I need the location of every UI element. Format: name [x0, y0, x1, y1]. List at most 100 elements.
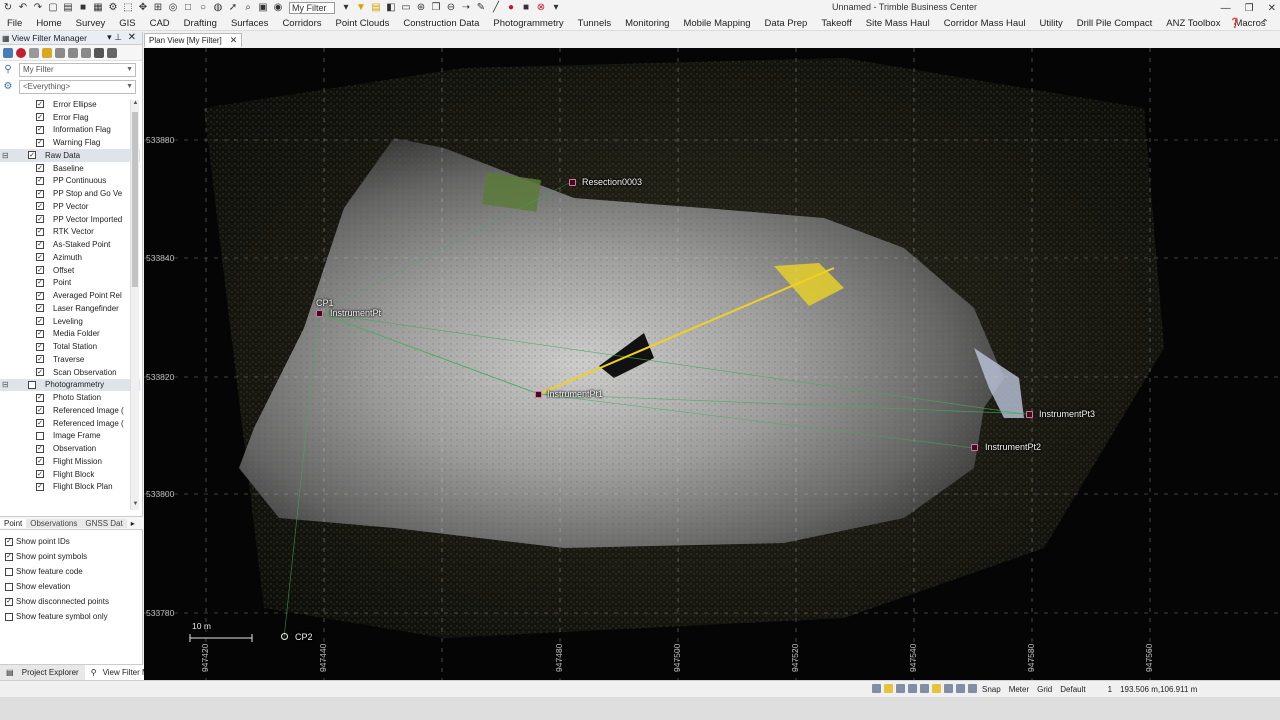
image-icon[interactable]: ▣ [257, 2, 269, 14]
tree-checkbox[interactable]: ✓ [36, 240, 44, 249]
brush-icon[interactable]: ✎ [475, 2, 487, 14]
menu-tunnels[interactable]: Tunnels [571, 18, 618, 29]
tree-item[interactable]: ✓ Flight Block [0, 468, 140, 481]
tree-checkbox[interactable]: ✓ [36, 227, 44, 236]
tree-checkbox[interactable]: ✓ [36, 304, 44, 313]
plan-view-tab[interactable]: Plan View [My Filter] ✕ [144, 33, 243, 47]
tree-checkbox[interactable]: ✓ [36, 253, 44, 262]
menu-point-clouds[interactable]: Point Clouds [329, 18, 397, 29]
option-checkbox[interactable] [5, 567, 13, 576]
tree-checkbox[interactable]: ✓ [36, 342, 44, 351]
tree-group[interactable]: ⊟ ✓ Raw Data [0, 149, 140, 162]
status-select-icon[interactable] [884, 684, 893, 693]
option-row[interactable]: ✓ Show point symbols [0, 549, 140, 564]
menu-gis[interactable]: GIS [112, 18, 142, 29]
filter-scope-select[interactable]: <Everything> ▼ [19, 79, 136, 94]
panel-close-icon[interactable]: ✕ [128, 32, 136, 43]
tree-item[interactable]: ✓ Media Folder [0, 328, 140, 341]
tree-item[interactable]: ✓ Scan Observation [0, 366, 140, 379]
tree-item[interactable]: ✓ Error Ellipse [0, 98, 140, 111]
tree-checkbox[interactable]: ✓ [36, 215, 44, 224]
tree-checkbox[interactable]: ✓ [36, 189, 44, 198]
save-icon[interactable]: ■ [77, 2, 89, 14]
tree-item[interactable]: ✓ Information Flag [0, 124, 140, 137]
tree-checkbox[interactable]: ✓ [36, 368, 44, 377]
tree-item[interactable]: ✓ Error Flag [0, 111, 140, 124]
tree-item[interactable]: ✓ Observation [0, 442, 140, 455]
delete-filter-icon[interactable] [16, 47, 26, 58]
layer-gray-icon[interactable] [55, 47, 65, 58]
globe-icon[interactable]: ◍ [212, 2, 224, 14]
point-label[interactable]: InstrumentPt1 [547, 389, 603, 399]
menu-survey[interactable]: Survey [69, 18, 113, 29]
menu-photogrammetry[interactable]: Photogrammetry [486, 18, 570, 29]
tree-checkbox[interactable]: ✓ [36, 419, 44, 428]
status-view-icon[interactable] [920, 684, 929, 693]
tree-checkbox[interactable]: ✓ [28, 151, 36, 160]
status-layer-icon[interactable] [908, 684, 917, 693]
tree-item[interactable]: ✓ Offset [0, 264, 140, 277]
settings-icon[interactable]: ⚙ [107, 2, 119, 14]
tree-item[interactable]: ✓ Point [0, 277, 140, 290]
tree-checkbox[interactable]: ✓ [36, 266, 44, 275]
tree-checkbox[interactable]: ✓ [36, 278, 44, 287]
open-icon[interactable]: ▤ [62, 2, 74, 14]
option-row[interactable]: ✓ Show point IDs [0, 534, 140, 549]
line-icon[interactable]: ╱ [490, 2, 502, 14]
tree-item[interactable]: ✓ Laser Rangefinder [0, 302, 140, 315]
copy-icon[interactable]: ❐ [430, 2, 442, 14]
tree-checkbox[interactable]: ✓ [36, 100, 44, 109]
window-select-icon[interactable]: □ [182, 2, 194, 14]
status-snap-icon[interactable] [944, 684, 953, 693]
tree-checkbox[interactable]: ✓ [36, 470, 44, 479]
filter-export-icon[interactable] [107, 47, 117, 58]
tree-item[interactable]: ✓ Traverse [0, 353, 140, 366]
option-checkbox[interactable]: ✓ [5, 537, 13, 546]
help-icon[interactable]: ❓ [1222, 18, 1248, 29]
point-marker[interactable] [1026, 411, 1033, 418]
dropdown-arrow-icon[interactable]: ▾ [340, 2, 352, 14]
tree-checkbox[interactable]: ✓ [36, 138, 44, 147]
tree-item[interactable]: ✓ Referenced Image ( [0, 417, 140, 430]
tab-point[interactable]: Point [0, 518, 27, 528]
option-checkbox[interactable] [5, 582, 13, 591]
status-highlight-icon[interactable] [932, 684, 941, 693]
collapse-icon[interactable]: ⊟ [2, 380, 12, 389]
tab-close-icon[interactable]: ✕ [230, 34, 238, 47]
scroll-thumb[interactable] [132, 112, 138, 287]
layer-indicator[interactable]: Default [1060, 685, 1085, 694]
filter-settings-icon[interactable] [94, 47, 104, 58]
tree-item[interactable]: ✓ As-Staked Point [0, 238, 140, 251]
minimize-icon[interactable]: — [1221, 3, 1231, 14]
filter-icon[interactable]: ▼ [355, 2, 367, 14]
tree-item[interactable]: ✓ PP Vector [0, 200, 140, 213]
refresh-icon[interactable]: ↻ [2, 2, 14, 14]
folder-icon[interactable]: ▤ [370, 2, 382, 14]
tab-project-explorer[interactable]: ▤ Project Explorer [0, 665, 85, 681]
tab-scroll-right-icon[interactable]: ▸ [127, 519, 139, 528]
tree-item[interactable]: ✓ Referenced Image ( [0, 404, 140, 417]
tree-checkbox[interactable]: ✓ [36, 406, 44, 415]
close-red-icon[interactable]: ⊗ [535, 2, 547, 14]
orbit-icon[interactable]: ◎ [167, 2, 179, 14]
menu-site-mass-haul[interactable]: Site Mass Haul [859, 18, 937, 29]
tree-checkbox[interactable]: ✓ [36, 393, 44, 402]
menu-monitoring[interactable]: Monitoring [618, 18, 676, 29]
redo-icon[interactable]: ↷ [32, 2, 44, 14]
measure-icon[interactable]: ⊖ [445, 2, 457, 14]
tree-item[interactable]: ✓ Photo Station [0, 391, 140, 404]
filter-combo[interactable]: My Filter [289, 2, 335, 14]
tree-item[interactable]: ✓ Leveling [0, 315, 140, 328]
arrow-icon[interactable]: ➝ [460, 2, 472, 14]
tree-item[interactable]: ✓ Warning Flag [0, 136, 140, 149]
menu-construction-data[interactable]: Construction Data [396, 18, 486, 29]
tree-checkbox[interactable]: ✓ [36, 457, 44, 466]
point-label[interactable]: CP2 [295, 632, 313, 642]
stop-icon[interactable]: ■ [520, 2, 532, 14]
point-marker[interactable] [316, 310, 323, 317]
layer-stack-icon[interactable] [81, 47, 91, 58]
cursor-icon[interactable]: ➚ [227, 2, 239, 14]
point-label[interactable]: CP1 [316, 298, 334, 308]
units-indicator[interactable]: Meter [1009, 685, 1029, 694]
option-checkbox[interactable]: ✓ [5, 597, 13, 606]
